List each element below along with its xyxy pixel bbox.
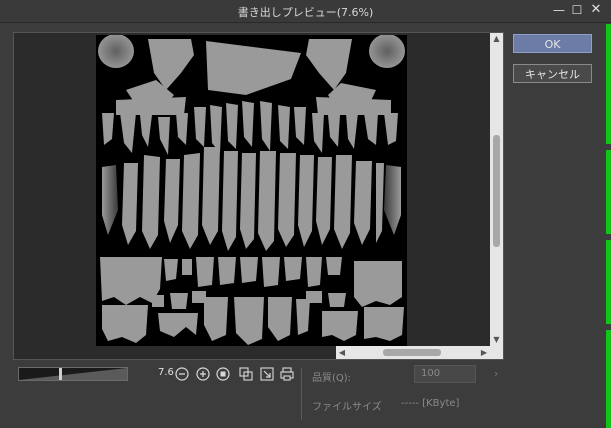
fit-window-icon[interactable] bbox=[260, 366, 274, 381]
close-icon[interactable]: ✕ bbox=[589, 3, 603, 17]
panel-divider bbox=[301, 368, 302, 420]
quality-label: 品質(Q): bbox=[312, 373, 352, 384]
print-size-icon[interactable] bbox=[280, 366, 294, 381]
zoom-slider-handle[interactable] bbox=[59, 368, 62, 380]
zoom-in-icon[interactable] bbox=[196, 366, 210, 381]
preview-frame: ▲ ▼ ◀ ▶ bbox=[13, 32, 504, 360]
vertical-scroll-thumb[interactable] bbox=[493, 135, 500, 247]
scroll-down-icon[interactable]: ▼ bbox=[490, 334, 503, 346]
zoom-slider[interactable] bbox=[18, 367, 128, 381]
scroll-left-icon[interactable]: ◀ bbox=[336, 346, 348, 359]
vertical-scrollbar[interactable]: ▲ ▼ bbox=[490, 33, 503, 346]
minimize-icon[interactable]: — bbox=[552, 3, 566, 17]
filesize-label: ファイルサイズ bbox=[312, 402, 382, 413]
horizontal-scroll-thumb[interactable] bbox=[383, 349, 441, 356]
cancel-button[interactable]: キャンセル bbox=[513, 64, 592, 83]
quality-input[interactable]: 100 bbox=[414, 365, 476, 383]
filesize-value: ----- [KByte] bbox=[401, 398, 460, 409]
scroll-up-icon[interactable]: ▲ bbox=[490, 33, 503, 45]
maximize-icon[interactable]: ☐ bbox=[570, 3, 584, 17]
stop-icon[interactable] bbox=[216, 366, 230, 381]
texture-preview-image bbox=[96, 35, 407, 346]
background-window-edge bbox=[606, 24, 611, 428]
scroll-right-icon[interactable]: ▶ bbox=[478, 346, 490, 359]
ok-button[interactable]: OK bbox=[513, 34, 592, 53]
zoom-slider-ramp bbox=[19, 368, 127, 380]
zoom-value: 7.6 bbox=[158, 367, 174, 378]
zoom-out-icon[interactable] bbox=[175, 366, 189, 381]
hscroll-spacer bbox=[14, 346, 336, 359]
actual-size-icon[interactable] bbox=[239, 366, 253, 381]
preview-canvas[interactable] bbox=[14, 33, 489, 346]
texture-map-graphic bbox=[98, 35, 405, 345]
quality-slider-arrow-icon[interactable]: › bbox=[494, 367, 498, 380]
window-title: 書き出しプレビュー(7.6%) bbox=[237, 6, 374, 19]
title-bar: 書き出しプレビュー(7.6%) — ☐ ✕ bbox=[0, 0, 611, 23]
horizontal-scrollbar[interactable]: ◀ ▶ bbox=[336, 346, 490, 359]
scroll-corner bbox=[490, 346, 503, 359]
